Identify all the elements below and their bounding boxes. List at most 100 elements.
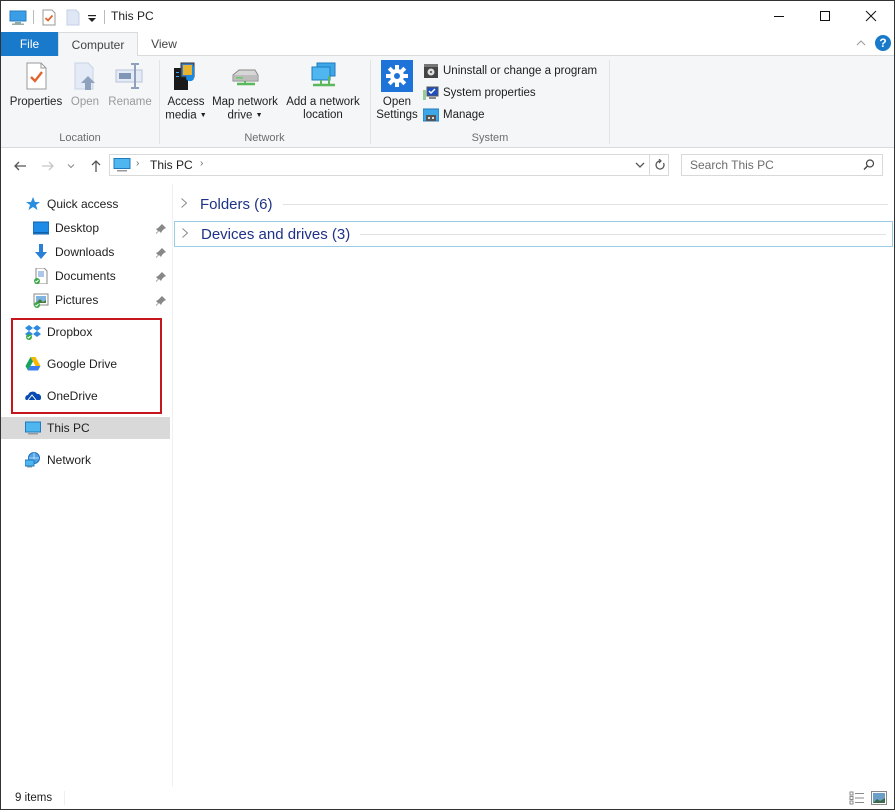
breadcrumb-separator-icon[interactable]: › [136, 158, 139, 169]
search-input[interactable] [682, 155, 857, 175]
pictures-icon [33, 292, 49, 308]
details-view-icon [849, 791, 864, 805]
tab-view[interactable]: View [141, 32, 187, 56]
uninstall-icon [423, 63, 439, 79]
recent-locations-button[interactable] [65, 157, 77, 175]
address-history-dropdown[interactable] [632, 157, 648, 173]
group-divider-line [282, 203, 888, 205]
search-icon[interactable] [862, 158, 876, 172]
collapse-ribbon-button[interactable] [854, 36, 868, 50]
nav-item-desktop[interactable]: Desktop [32, 217, 171, 239]
system-properties-icon [423, 85, 439, 101]
manage-button[interactable]: Manage [422, 105, 485, 125]
status-separator [64, 791, 65, 805]
download-arrow-icon [33, 244, 49, 260]
minimize-icon [774, 16, 784, 17]
tab-computer[interactable]: Computer [58, 32, 138, 57]
refresh-icon [654, 159, 665, 170]
details-view-button[interactable] [849, 791, 865, 805]
large-icons-view-button[interactable] [871, 791, 887, 805]
maximize-icon [820, 11, 830, 21]
nav-quick-access[interactable]: Quick access [25, 193, 165, 215]
chevron-up-icon [856, 40, 866, 46]
properties-icon [20, 60, 52, 92]
help-button[interactable]: ? [875, 35, 891, 51]
minimize-button[interactable] [756, 1, 802, 31]
computer-icon[interactable] [9, 8, 27, 26]
customize-dropdown-icon[interactable] [86, 8, 98, 26]
properties-label: Properties [9, 96, 63, 108]
new-folder-icon[interactable] [64, 8, 82, 26]
refresh-button[interactable] [649, 155, 669, 175]
desktop-icon [32, 220, 50, 236]
onedrive-cloud-icon [25, 388, 42, 404]
nav-item-downloads[interactable]: Downloads [33, 241, 171, 263]
pin-icon[interactable] [156, 295, 166, 306]
computer-management-icon [422, 107, 440, 123]
ribbon-group-network: Access media ▼ Map network drive ▼ Add a… [160, 56, 369, 148]
chevron-down-icon [67, 164, 75, 169]
rename-icon [114, 60, 146, 92]
nav-pictures-label: Pictures [55, 293, 99, 307]
nav-item-google-drive[interactable]: Google Drive [25, 353, 155, 375]
qat-separator [33, 10, 34, 24]
documents-icon [33, 267, 49, 285]
nav-item-network[interactable]: Network [24, 449, 155, 471]
properties-icon[interactable] [40, 8, 58, 26]
nav-item-onedrive[interactable]: OneDrive [25, 385, 155, 407]
close-icon [865, 10, 877, 22]
access-media-label-line2: media [165, 109, 197, 122]
nav-item-this-pc[interactable]: This PC [1, 417, 170, 439]
close-button[interactable] [848, 1, 894, 31]
back-button[interactable] [11, 157, 29, 175]
group-label-location: Location [59, 132, 101, 144]
navigation-bar: › This PC › [1, 149, 894, 183]
nav-this-pc-label: This PC [47, 421, 90, 435]
system-properties-button[interactable]: System properties [423, 83, 536, 103]
map-network-drive-label-line2: drive [227, 109, 253, 122]
open-button[interactable]: Open [67, 60, 103, 109]
quick-access-toolbar [9, 7, 111, 27]
ribbon: Properties Open Rename Location Access m… [1, 56, 894, 148]
chevron-right-icon [180, 197, 192, 212]
up-button[interactable] [87, 157, 105, 175]
pin-icon[interactable] [156, 223, 166, 234]
forward-button[interactable] [39, 157, 57, 175]
group-title-devices-and-drives: Devices and drives (3) [201, 225, 351, 243]
rename-button[interactable]: Rename [107, 60, 153, 109]
tab-file[interactable]: File [1, 32, 58, 56]
breadcrumb-separator-icon[interactable]: › [200, 158, 203, 169]
maximize-button[interactable] [802, 1, 848, 31]
status-bar: 9 items [1, 787, 894, 809]
properties-button[interactable]: Properties [7, 60, 65, 109]
address-bar[interactable]: › This PC › [109, 154, 669, 176]
nav-item-documents[interactable]: Documents [33, 265, 171, 287]
ribbon-group-location: Properties Open Rename Location [1, 56, 159, 148]
open-settings-button[interactable]: Open Settings [373, 60, 421, 122]
nav-downloads-label: Downloads [55, 245, 115, 259]
this-pc-icon [113, 158, 131, 172]
group-header-folders[interactable]: Folders (6) [174, 192, 894, 216]
nav-item-pictures[interactable]: Pictures [33, 289, 171, 311]
open-label: Open [70, 96, 100, 108]
add-network-location-button[interactable]: Add a network location [283, 60, 363, 122]
pin-icon[interactable] [156, 271, 166, 282]
network-drive-icon [229, 60, 261, 92]
pin-icon[interactable] [156, 247, 166, 258]
breadcrumb-this-pc[interactable]: This PC [150, 158, 193, 172]
access-media-button[interactable]: Access media ▼ [164, 60, 208, 123]
large-icons-view-icon [871, 791, 887, 805]
group-divider-line [360, 233, 886, 235]
map-network-drive-button[interactable]: Map network drive ▼ [208, 60, 282, 123]
nav-item-dropbox[interactable]: Dropbox [25, 321, 155, 343]
window-title: This PC [111, 9, 154, 23]
file-explorer-window: This PC File Computer View ? Properties [0, 0, 895, 810]
ribbon-tabs: File Computer View ? [1, 32, 894, 57]
uninstall-program-button[interactable]: Uninstall or change a program [423, 61, 597, 81]
this-pc-icon [25, 420, 41, 436]
add-network-location-label-line1: Add a network [286, 96, 360, 108]
manage-label: Manage [443, 109, 485, 121]
media-server-icon [170, 60, 202, 92]
group-header-devices-and-drives[interactable]: Devices and drives (3) [174, 221, 893, 247]
open-settings-label-line1: Open [382, 96, 412, 108]
